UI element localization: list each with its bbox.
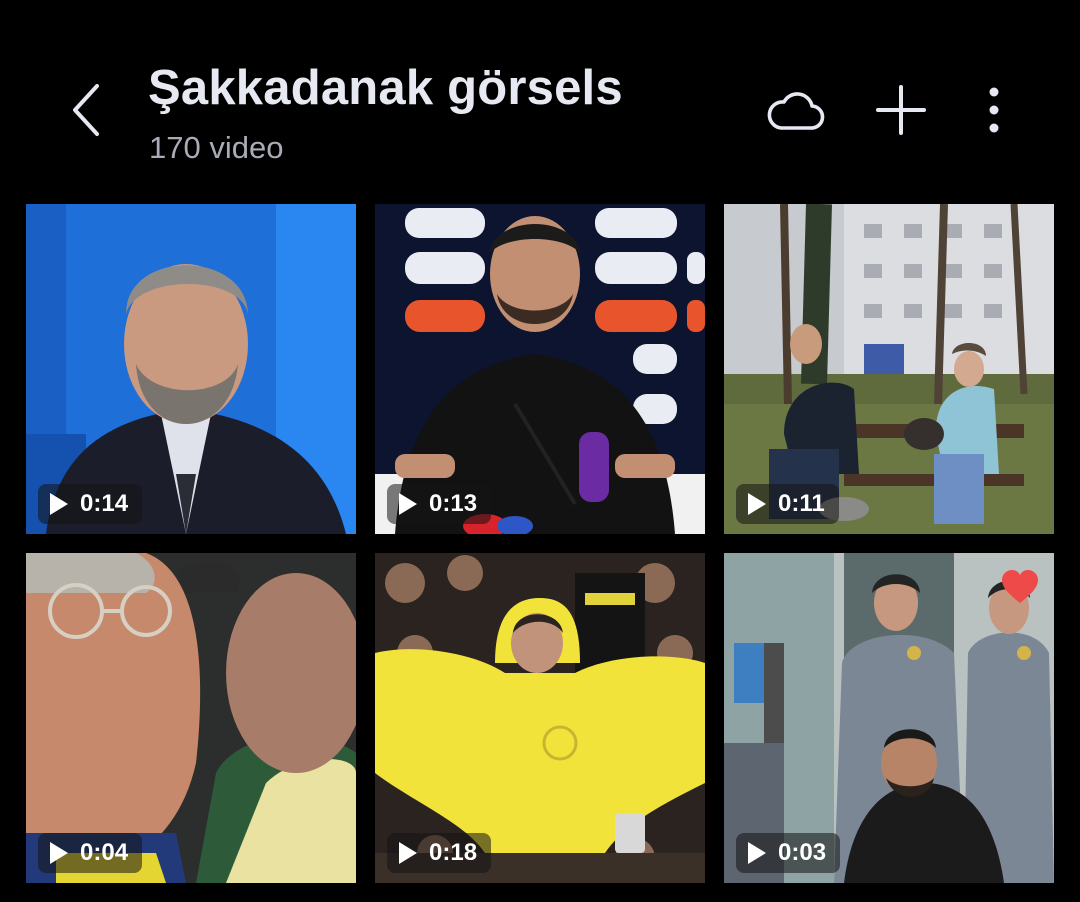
play-icon xyxy=(50,493,68,515)
play-icon xyxy=(748,493,766,515)
video-grid: 0:14 0:13 0:11 0:04 0:18 0:03 xyxy=(0,0,1080,902)
video-duration: 0:18 xyxy=(429,839,478,866)
duration-badge: 0:13 xyxy=(387,484,492,524)
video-thumbnail[interactable]: 0:13 xyxy=(375,204,705,534)
video-duration: 0:13 xyxy=(429,490,478,517)
video-thumbnail[interactable]: 0:18 xyxy=(375,553,705,883)
video-duration: 0:11 xyxy=(778,490,825,517)
duration-badge: 0:03 xyxy=(736,833,841,873)
duration-badge: 0:11 xyxy=(736,484,839,524)
play-icon xyxy=(399,493,417,515)
video-thumbnail[interactable]: 0:14 xyxy=(26,204,356,534)
video-thumbnail[interactable]: 0:11 xyxy=(724,204,1054,534)
play-icon xyxy=(748,842,766,864)
video-duration: 0:04 xyxy=(80,839,129,866)
video-duration: 0:03 xyxy=(778,839,827,866)
favorite-heart-icon xyxy=(1002,570,1038,603)
duration-badge: 0:18 xyxy=(387,833,492,873)
video-duration: 0:14 xyxy=(80,490,129,517)
play-icon xyxy=(50,842,68,864)
duration-badge: 0:04 xyxy=(38,833,143,873)
video-thumbnail[interactable]: 0:04 xyxy=(26,553,356,883)
video-thumbnail[interactable]: 0:03 xyxy=(724,553,1054,883)
duration-badge: 0:14 xyxy=(38,484,143,524)
play-icon xyxy=(399,842,417,864)
